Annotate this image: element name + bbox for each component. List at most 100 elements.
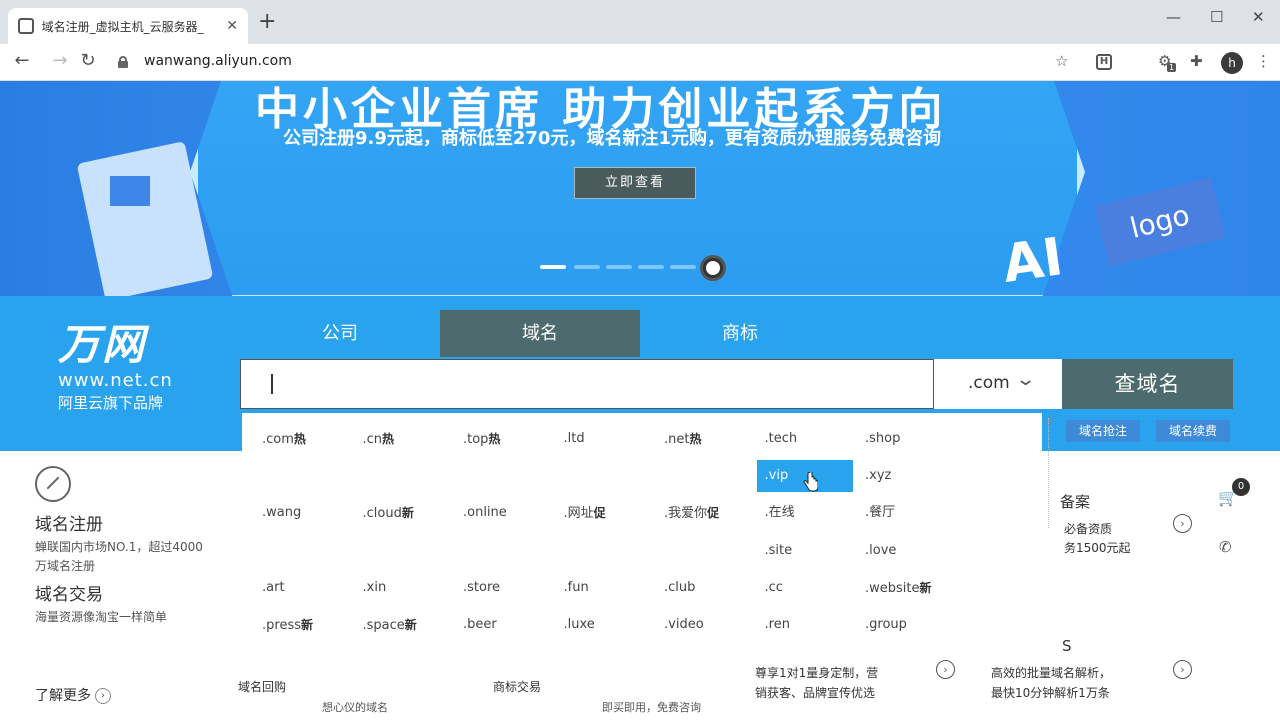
- carousel-dot-5[interactable]: [670, 265, 696, 269]
- suffix-option-badge: 新: [404, 618, 417, 632]
- suffix-option[interactable]: .ren: [757, 609, 853, 641]
- extension-h-icon[interactable]: H: [1096, 54, 1112, 70]
- suffix-option[interactable]: .video: [656, 609, 752, 641]
- tab-title: 域名注册_虚拟主机_云服务器_: [41, 19, 208, 34]
- new-tab-button[interactable]: +: [258, 11, 276, 33]
- suffix-option[interactable]: .wang: [254, 497, 350, 529]
- buyback-title[interactable]: 域名回购: [238, 678, 286, 695]
- suffix-option[interactable]: .xyz: [857, 460, 953, 492]
- domain-renew-link[interactable]: 域名续费: [1156, 420, 1230, 442]
- suffix-option-badge: 热: [382, 432, 395, 446]
- suffix-option[interactable]: .shop: [857, 423, 953, 455]
- suffix-option[interactable]: .餐厅: [857, 497, 953, 529]
- suffix-option[interactable]: .space新: [355, 609, 451, 641]
- domain-register-title[interactable]: 域名注册: [35, 512, 205, 538]
- suffix-option[interactable]: .fun: [556, 572, 652, 604]
- suffix-option[interactable]: .luxe: [556, 609, 652, 641]
- extensions-puzzle-icon[interactable]: ✚: [1190, 52, 1203, 70]
- carousel-dot-3[interactable]: [606, 265, 632, 269]
- suffix-option[interactable]: .love: [857, 535, 953, 567]
- brand-logo[interactable]: 万网 www.net.cn 阿里云旗下品牌: [58, 322, 173, 414]
- suffix-option-label: .餐厅: [865, 505, 896, 521]
- suffix-option-badge: 促: [707, 506, 720, 521]
- suffix-option-badge: 热: [689, 432, 702, 446]
- suffix-option-label: .cloud: [362, 506, 402, 522]
- domain-trade-title[interactable]: 域名交易: [35, 582, 205, 608]
- suffix-select[interactable]: .com ⌄: [934, 359, 1062, 409]
- search-tab-domain[interactable]: 域名: [440, 310, 640, 357]
- suffix-option[interactable]: .在线: [757, 497, 853, 529]
- compass-icon: [35, 466, 71, 502]
- carousel-dot-2[interactable]: [574, 265, 600, 269]
- suffix-option-label: .top: [463, 432, 489, 447]
- suffix-option-label: .网址: [563, 506, 594, 522]
- suffix-option[interactable]: .press新: [254, 609, 350, 641]
- browser-tab[interactable]: 域名注册_虚拟主机_云服务器_ ✕: [8, 8, 248, 44]
- minimize-button[interactable]: —: [1166, 8, 1181, 26]
- cart-count-badge: 0: [1232, 478, 1250, 496]
- brand-tagline: 阿里云旗下品牌: [58, 394, 164, 412]
- learn-more-link[interactable]: 了解更多 ›: [35, 685, 111, 705]
- forward-arrow-icon[interactable]: →: [48, 50, 72, 71]
- lock-icon[interactable]: [118, 56, 128, 68]
- suffix-option[interactable]: .art: [254, 572, 350, 604]
- suffix-option[interactable]: .cloud新: [355, 497, 451, 529]
- browser-toolbar: ← → ↻ wanwang.aliyun.com ☆ H ⚙ 1 ✚ h ⋮: [0, 44, 1280, 81]
- suffix-option[interactable]: .store: [455, 572, 551, 604]
- suffix-option-label: .beer: [463, 617, 497, 632]
- suffix-option-label: .在线: [764, 505, 795, 521]
- suffix-option[interactable]: .cn热: [355, 423, 451, 455]
- back-arrow-icon[interactable]: ←: [10, 50, 34, 71]
- suffix-option-label: .wang: [262, 505, 302, 521]
- carousel-dot-4[interactable]: [638, 265, 664, 269]
- trademark-trade-title[interactable]: 商标交易: [493, 678, 541, 695]
- beian-arrow-icon[interactable]: ›: [1173, 514, 1192, 533]
- domain-snatch-link[interactable]: 域名抢注: [1066, 420, 1140, 442]
- suffix-option[interactable]: .网址促: [556, 497, 652, 529]
- dropdown-scrollbar[interactable]: [1048, 418, 1054, 528]
- brand-url: www.net.cn: [58, 370, 173, 391]
- custom-service-arrow-icon[interactable]: ›: [936, 660, 955, 679]
- bookmark-star-icon[interactable]: ☆: [1055, 52, 1068, 70]
- suffix-option[interactable]: .net热: [656, 423, 752, 455]
- suffix-option[interactable]: .top热: [455, 423, 551, 455]
- suffix-option-badge: 新: [401, 506, 414, 521]
- suffix-option[interactable]: .online: [455, 497, 551, 529]
- suffix-option[interactable]: .tech: [757, 423, 853, 455]
- beian-desc-2: 务1500元起: [1064, 541, 1131, 555]
- window-close-button[interactable]: ✕: [1252, 8, 1265, 26]
- promo-banner[interactable]: 中小企业首席 助力创业起系方向 公司注册9.9元起，商标低至270元，域名新注1…: [0, 81, 1280, 296]
- suffix-option[interactable]: .xin: [355, 572, 451, 604]
- dns-service-line2: 最快10分钟解析1万条: [991, 686, 1110, 700]
- suffix-option[interactable]: .group: [857, 609, 953, 641]
- learn-more-label: 了解更多: [35, 688, 91, 704]
- search-tab-company[interactable]: 公司: [240, 310, 440, 357]
- mouse-hand-cursor-icon: [803, 472, 818, 492]
- suffix-option[interactable]: .club: [656, 572, 752, 604]
- suffix-value: .com: [968, 373, 1010, 393]
- carousel-knob[interactable]: [700, 255, 726, 281]
- search-tab-trademark[interactable]: 商标: [640, 310, 840, 357]
- banner-cta-button[interactable]: 立即查看: [574, 167, 696, 199]
- suffix-option[interactable]: .我爱你促: [656, 497, 752, 529]
- address-bar[interactable]: wanwang.aliyun.com: [144, 53, 292, 69]
- reload-icon[interactable]: ↻: [76, 50, 100, 71]
- suffix-option[interactable]: .beer: [455, 609, 551, 641]
- suffix-option[interactable]: .site: [757, 535, 853, 567]
- suffix-option[interactable]: .cc: [757, 572, 853, 604]
- beian-title[interactable]: 备案: [1060, 491, 1090, 512]
- profile-avatar[interactable]: h: [1221, 52, 1243, 74]
- dns-title[interactable]: S: [1062, 637, 1072, 655]
- maximize-button[interactable]: ☐: [1210, 8, 1223, 26]
- carousel-dot-1[interactable]: [540, 265, 566, 269]
- search-domain-button[interactable]: 查域名: [1062, 359, 1233, 409]
- suffix-option[interactable]: .website新: [857, 572, 953, 604]
- text-caret: [271, 374, 273, 394]
- domain-search-input[interactable]: [240, 359, 934, 409]
- dns-service-arrow-icon[interactable]: ›: [1173, 660, 1192, 679]
- suffix-option[interactable]: .com热: [254, 423, 350, 455]
- tab-close-icon[interactable]: ✕: [226, 18, 238, 34]
- browser-menu-icon[interactable]: ⋮: [1256, 52, 1271, 70]
- suffix-option[interactable]: .ltd: [556, 423, 652, 455]
- phone-icon[interactable]: ✆: [1219, 538, 1232, 556]
